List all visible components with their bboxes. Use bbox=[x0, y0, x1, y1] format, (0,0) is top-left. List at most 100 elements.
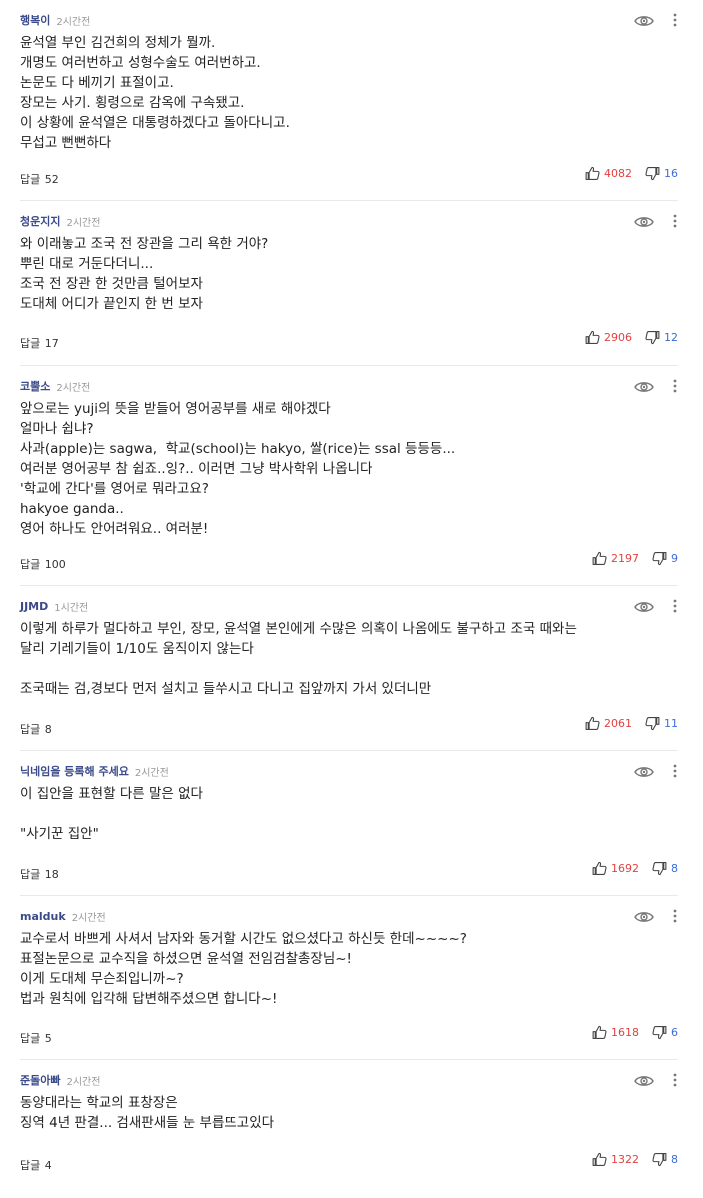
like-button[interactable]: 2197 bbox=[591, 550, 639, 567]
dislike-button[interactable]: 8 bbox=[651, 1151, 678, 1168]
comment-item: malduk 2시간전 교수로서 바쁘게 사셔서 남자와 동거할 시간도 없으셨… bbox=[20, 896, 678, 1060]
timestamp: 2시간전 bbox=[66, 217, 101, 229]
more-options-icon[interactable] bbox=[668, 598, 682, 614]
reply-button[interactable]: 답글 18 bbox=[20, 866, 59, 882]
more-options-icon[interactable] bbox=[668, 1072, 682, 1088]
comment-line: 교수로서 바쁘게 사셔서 남자와 동거할 시간도 없으셨다고 하신듯 한데~~~… bbox=[20, 931, 467, 947]
nickname[interactable]: 청운지지 bbox=[20, 213, 60, 229]
reply-button[interactable]: 답글 52 bbox=[20, 171, 59, 187]
eye-icon[interactable] bbox=[634, 13, 654, 27]
like-count: 2197 bbox=[611, 552, 639, 565]
reply-button[interactable]: 답글 5 bbox=[20, 1030, 52, 1046]
eye-icon[interactable] bbox=[634, 1073, 654, 1087]
dislike-button[interactable]: 12 bbox=[644, 329, 678, 346]
dislike-button[interactable]: 11 bbox=[644, 715, 678, 732]
comment-line: 이 집안을 표현할 다른 말은 없다 bbox=[20, 786, 203, 802]
nickname[interactable]: 준돌아빠 bbox=[20, 1072, 60, 1088]
thumbs-down-icon bbox=[644, 165, 661, 182]
like-button[interactable]: 2906 bbox=[584, 329, 632, 346]
comment-body: 동양대라는 학교의 표창장은 징역 4년 판결... 검새판새들 눈 부릅뜨고있다 bbox=[20, 1093, 660, 1133]
reply-label: 답글 bbox=[20, 868, 41, 881]
comment-line: 이게 도대체 무슨죄입니까~? bbox=[20, 971, 184, 987]
comment-item: 코뿔소 2시간전 앞으로는 yuji의 뜻을 받들어 영어공부를 새로 해야겠다… bbox=[20, 366, 678, 586]
reply-button[interactable]: 답글 100 bbox=[20, 556, 66, 572]
vote-group: 1618 6 bbox=[591, 1024, 678, 1041]
eye-icon[interactable] bbox=[634, 909, 654, 923]
timestamp: 2시간전 bbox=[56, 382, 91, 394]
comment-line: 와 이래놓고 조국 전 장관을 그리 욕한 거야? bbox=[20, 236, 269, 252]
comment-line: 뿌린 대로 거둔다더니... bbox=[20, 256, 154, 272]
like-button[interactable]: 1618 bbox=[591, 1024, 639, 1041]
comment-item: 닉네임을 등록해 주세요 2시간전 이 집안을 표현할 다른 말은 없다 "사기꾼… bbox=[20, 751, 678, 896]
comment-line: 조국때는 검,경보다 먼저 설치고 들쑤시고 다니고 집앞까지 가서 있더니만 bbox=[20, 681, 432, 697]
comment-meta: 닉네임을 등록해 주세요 2시간전 bbox=[20, 763, 169, 779]
reply-count: 5 bbox=[44, 1032, 52, 1045]
dislike-button[interactable]: 8 bbox=[651, 860, 678, 877]
nickname[interactable]: 코뿔소 bbox=[20, 378, 50, 394]
reply-label: 답글 bbox=[20, 1032, 41, 1045]
dislike-count: 11 bbox=[664, 717, 678, 730]
reply-button[interactable]: 답글 4 bbox=[20, 1157, 52, 1173]
like-count: 2061 bbox=[604, 717, 632, 730]
reply-label: 답글 bbox=[20, 337, 41, 350]
comment-body: 윤석열 부인 김건희의 정체가 뭘까. 개명도 여러번하고 성형수술도 여러번하고… bbox=[20, 33, 660, 153]
comment-line: 동양대라는 학교의 표창장은 bbox=[20, 1095, 178, 1111]
dislike-button[interactable]: 6 bbox=[651, 1024, 678, 1041]
reply-label: 답글 bbox=[20, 173, 41, 186]
reply-label: 답글 bbox=[20, 723, 41, 736]
nickname[interactable]: 행복이 bbox=[20, 12, 50, 28]
reply-label: 답글 bbox=[20, 558, 41, 571]
more-options-icon[interactable] bbox=[668, 908, 682, 924]
nickname[interactable]: 닉네임을 등록해 주세요 bbox=[20, 763, 129, 779]
reply-count: 17 bbox=[44, 337, 59, 350]
thumbs-down-icon bbox=[644, 715, 661, 732]
timestamp: 2시간전 bbox=[134, 767, 169, 779]
comment-meta: 행복이 2시간전 bbox=[20, 12, 90, 28]
eye-icon[interactable] bbox=[634, 214, 654, 228]
thumbs-up-icon bbox=[584, 715, 601, 732]
comment-line: 윤석열 부인 김건희의 정체가 뭘까. bbox=[20, 35, 216, 51]
like-count: 1618 bbox=[611, 1026, 639, 1039]
more-options-icon[interactable] bbox=[668, 378, 682, 394]
more-options-icon[interactable] bbox=[668, 763, 682, 779]
eye-icon[interactable] bbox=[634, 599, 654, 613]
dislike-button[interactable]: 16 bbox=[644, 165, 678, 182]
comment-item: JJMD 1시간전 이렇게 하루가 멀다하고 부인, 장모, 윤석열 본인에게 … bbox=[20, 586, 678, 751]
comment-item: 행복이 2시간전 윤석열 부인 김건희의 정체가 뭘까. 개명도 여러번하고 성형… bbox=[20, 0, 678, 201]
eye-icon[interactable] bbox=[634, 379, 654, 393]
reply-count: 18 bbox=[44, 868, 59, 881]
vote-group: 2197 9 bbox=[591, 550, 678, 567]
more-options-icon[interactable] bbox=[668, 12, 682, 28]
comment-line: 여러분 영어공부 참 쉽죠..잉?.. 이러면 그냥 박사학위 나옵니다 bbox=[20, 461, 373, 477]
comment-line: 조국 전 장관 한 것만큼 털어보자 bbox=[20, 276, 203, 292]
comment-meta: 코뿔소 2시간전 bbox=[20, 378, 90, 394]
like-count: 4082 bbox=[604, 167, 632, 180]
dislike-count: 9 bbox=[671, 552, 678, 565]
timestamp: 1시간전 bbox=[54, 602, 89, 614]
like-button[interactable]: 1692 bbox=[591, 860, 639, 877]
comment-meta: JJMD 1시간전 bbox=[20, 598, 88, 614]
nickname[interactable]: JJMD bbox=[20, 600, 48, 613]
like-button[interactable]: 4082 bbox=[584, 165, 632, 182]
reply-count: 52 bbox=[44, 173, 59, 186]
dislike-button[interactable]: 9 bbox=[651, 550, 678, 567]
like-button[interactable]: 2061 bbox=[584, 715, 632, 732]
vote-group: 4082 16 bbox=[584, 165, 678, 182]
reply-button[interactable]: 답글 17 bbox=[20, 335, 59, 351]
nickname[interactable]: malduk bbox=[20, 910, 66, 923]
comment-line: 이렇게 하루가 멀다하고 부인, 장모, 윤석열 본인에게 수많은 의혹이 나옴… bbox=[20, 621, 577, 637]
eye-icon[interactable] bbox=[634, 764, 654, 778]
timestamp: 2시간전 bbox=[71, 912, 106, 924]
like-count: 1692 bbox=[611, 862, 639, 875]
comment-line: 사과(apple)는 sagwa, 학교(school)는 hakyo, 쌀(r… bbox=[20, 441, 456, 457]
like-button[interactable]: 1322 bbox=[591, 1151, 639, 1168]
thumbs-up-icon bbox=[584, 165, 601, 182]
reply-count: 100 bbox=[44, 558, 66, 571]
dislike-count: 6 bbox=[671, 1026, 678, 1039]
more-options-icon[interactable] bbox=[668, 213, 682, 229]
comment-body: 이 집안을 표현할 다른 말은 없다 "사기꾼 집안" bbox=[20, 784, 660, 844]
thumbs-down-icon bbox=[651, 550, 668, 567]
reply-button[interactable]: 답글 8 bbox=[20, 721, 52, 737]
comment-line: 법과 원칙에 입각해 답변해주셨으면 합니다~! bbox=[20, 991, 278, 1007]
comment-body: 와 이래놓고 조국 전 장관을 그리 욕한 거야? 뿌린 대로 거둔다더니... 조… bbox=[20, 234, 660, 314]
